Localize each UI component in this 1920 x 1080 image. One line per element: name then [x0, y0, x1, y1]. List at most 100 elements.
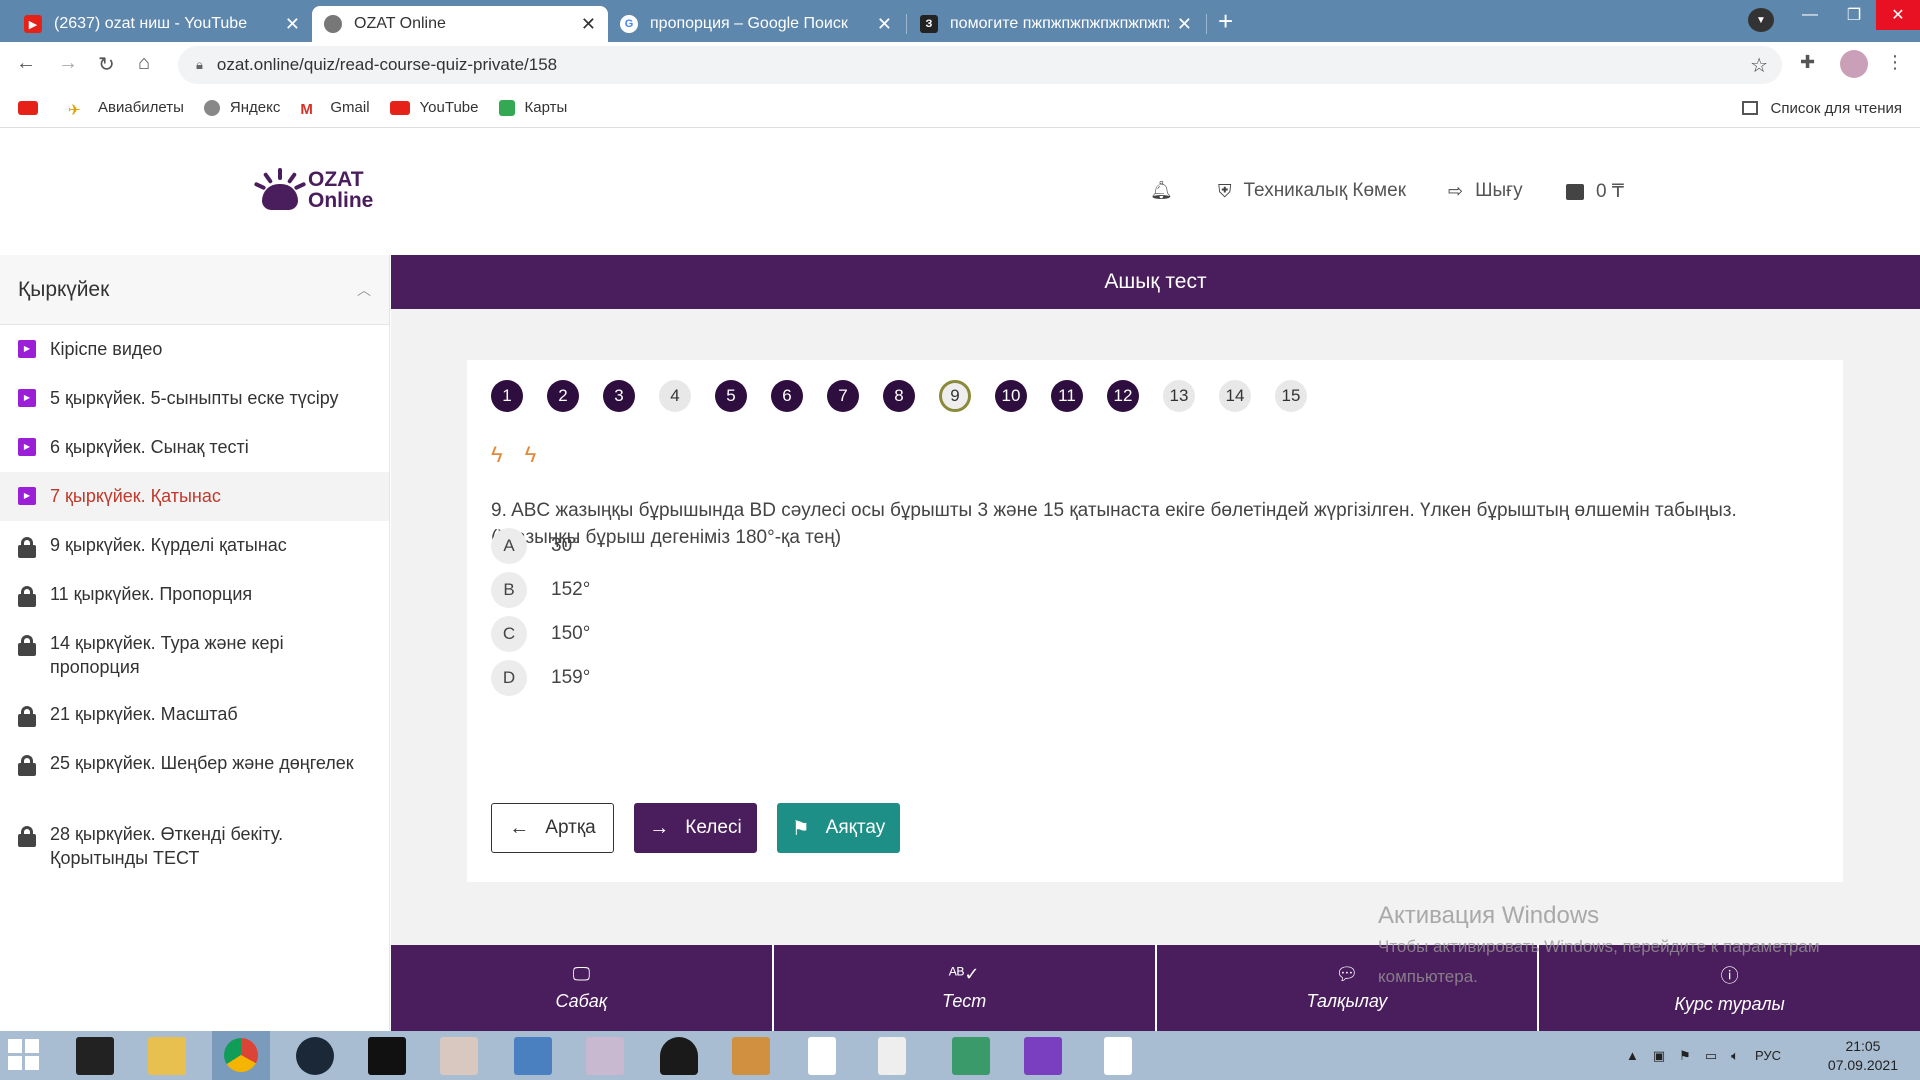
- logout-link[interactable]: ⇨ Шығу: [1448, 180, 1523, 202]
- sidebar-item-label: 6 қыркүйек. Сынақ тесті: [50, 437, 249, 457]
- app-icon[interactable]: [514, 1037, 552, 1075]
- browser-tab-youtube[interactable]: ▶ (2637) ozat ниш - YouTube ✕: [12, 6, 312, 42]
- app-icon[interactable]: [878, 1037, 906, 1075]
- bookmark-yandex[interactable]: Яндекс: [203, 99, 280, 116]
- clock[interactable]: 21:05 07.09.2021: [1828, 1037, 1898, 1075]
- bookmark-youtube[interactable]: YouTube: [389, 99, 479, 116]
- file-icon[interactable]: [808, 1037, 836, 1075]
- question-number-button[interactable]: 7: [827, 380, 859, 412]
- question-number-button[interactable]: 4: [659, 380, 691, 412]
- answer-option[interactable]: A 30°: [491, 528, 580, 564]
- browser-tab-ozat[interactable]: OZAT Online ✕: [312, 6, 608, 42]
- avatar[interactable]: [1840, 50, 1868, 78]
- sidebar-item[interactable]: 25 қыркүйек. Шеңбер және дөңгелек: [0, 739, 389, 810]
- visual-studio-icon[interactable]: [1024, 1037, 1062, 1075]
- close-tab-icon[interactable]: ✕: [581, 14, 596, 35]
- question-number-button[interactable]: 13: [1163, 380, 1195, 412]
- question-number-button[interactable]: 14: [1219, 380, 1251, 412]
- address-bar[interactable]: 🔒︎ ozat.online/quiz/read-course-quiz-pri…: [178, 46, 1782, 84]
- sidebar-item[interactable]: ▶ 5 қыркүйек. 5-сыныпты еске түсіру: [0, 374, 389, 423]
- game-icon[interactable]: [440, 1037, 478, 1075]
- sidebar-header[interactable]: Қыркүйек ︿: [0, 255, 389, 325]
- question-number-button[interactable]: 1: [491, 380, 523, 412]
- reading-list-button[interactable]: Список для чтения: [1742, 88, 1902, 128]
- sidebar-item[interactable]: 28 қыркүйек. Өткенді бекіту. Қорытынды Т…: [0, 810, 389, 881]
- tab-search-button[interactable]: ▼: [1748, 8, 1774, 32]
- chrome-icon[interactable]: [212, 1031, 270, 1080]
- lightning-icon[interactable]: ϟ: [491, 442, 503, 468]
- close-tab-icon[interactable]: ✕: [877, 14, 892, 35]
- question-number-button[interactable]: 5: [715, 380, 747, 412]
- sidebar-item[interactable]: 11 қыркүйек. Пропорция: [0, 570, 389, 619]
- chevron-up-icon[interactable]: ▲: [1626, 1048, 1639, 1063]
- bottom-nav-item[interactable]: 🖵︎ Сабақ: [391, 945, 774, 1031]
- chevron-up-icon[interactable]: ︿: [357, 280, 371, 300]
- answer-option[interactable]: C 150°: [491, 616, 590, 652]
- forward-icon[interactable]: →: [58, 52, 78, 75]
- sidebar-item[interactable]: ▶ 6 қыркүйек. Сынақ тесті: [0, 423, 389, 472]
- close-tab-icon[interactable]: ✕: [285, 14, 300, 35]
- question-number-button[interactable]: 9: [939, 380, 971, 412]
- bookmark-youtube-app[interactable]: [18, 100, 48, 115]
- sidebar-item[interactable]: ▶ Кіріспе видео: [0, 325, 389, 374]
- menu-icon[interactable]: ⋮: [1886, 52, 1904, 73]
- question-number-button[interactable]: 6: [771, 380, 803, 412]
- steam-icon[interactable]: [296, 1037, 334, 1075]
- sidebar-item[interactable]: 9 қыркүйек. Күрделі қатынас: [0, 521, 389, 570]
- option-letter[interactable]: B: [491, 572, 527, 608]
- option-letter[interactable]: C: [491, 616, 527, 652]
- option-letter[interactable]: D: [491, 660, 527, 696]
- game-icon[interactable]: [586, 1037, 624, 1075]
- bottom-nav-item[interactable]: ᴬᴮ✓ Тест: [774, 945, 1157, 1031]
- browser-tab-znanija[interactable]: З помогите пжпжпжпжпжпжпжпжпжпжпжпжпж ✕: [908, 6, 1204, 42]
- back-button[interactable]: ← Артқа: [491, 803, 614, 853]
- bookmark-aviabilety[interactable]: ✈ Авиабилеты: [68, 99, 184, 119]
- maximize-button[interactable]: ❐: [1832, 0, 1876, 30]
- reload-icon[interactable]: ↻: [98, 52, 115, 77]
- language-indicator[interactable]: РУС: [1755, 1048, 1781, 1063]
- sidebar-item[interactable]: ▶ 7 қыркүйек. Қатынас: [0, 472, 389, 521]
- question-number-button[interactable]: 12: [1107, 380, 1139, 412]
- question-number-button[interactable]: 15: [1275, 380, 1307, 412]
- network-icon[interactable]: ▭: [1705, 1048, 1717, 1064]
- file-explorer-icon[interactable]: [148, 1037, 186, 1075]
- close-tab-icon[interactable]: ✕: [1177, 14, 1192, 35]
- answer-option[interactable]: B 152°: [491, 572, 590, 608]
- bookmark-gmail[interactable]: M Gmail: [300, 99, 369, 118]
- close-window-button[interactable]: ✕: [1876, 0, 1920, 30]
- question-number-button[interactable]: 2: [547, 380, 579, 412]
- new-tab-button[interactable]: +: [1218, 6, 1233, 37]
- volume-icon[interactable]: 🔈︎: [1731, 1048, 1739, 1064]
- finish-button[interactable]: ⚑ Аяқтау: [777, 803, 900, 853]
- back-icon[interactable]: ←: [16, 52, 36, 75]
- question-number-button[interactable]: 8: [883, 380, 915, 412]
- question-number-button[interactable]: 10: [995, 380, 1027, 412]
- epic-games-icon[interactable]: [76, 1037, 114, 1075]
- epic-tray-icon[interactable]: ▣: [1653, 1048, 1665, 1064]
- sidebar-item[interactable]: 21 қыркүйек. Масштаб: [0, 690, 389, 739]
- answer-option[interactable]: D 159°: [491, 660, 590, 696]
- extensions-icon[interactable]: ✚: [1800, 52, 1815, 73]
- home-icon[interactable]: ⌂: [138, 52, 150, 75]
- question-number-button[interactable]: 11: [1051, 380, 1083, 412]
- windows-start-icon[interactable]: [8, 1039, 40, 1071]
- terminal-icon[interactable]: [368, 1037, 406, 1075]
- lightning-icon[interactable]: ϟ: [525, 442, 537, 468]
- bookmark-star-icon[interactable]: ☆: [1750, 53, 1768, 78]
- file-icon[interactable]: [1104, 1037, 1132, 1075]
- support-link[interactable]: ⛨ Техникалық Көмек: [1218, 180, 1406, 202]
- browser-tab-google[interactable]: G пропорция – Google Поиск ✕: [608, 6, 904, 42]
- bookmark-maps[interactable]: Карты: [498, 99, 567, 116]
- option-letter[interactable]: A: [491, 528, 527, 564]
- app-icon[interactable]: [660, 1037, 698, 1075]
- question-number-button[interactable]: 3: [603, 380, 635, 412]
- sidebar-item[interactable]: 14 қыркүйек. Тура және кері пропорция: [0, 619, 389, 690]
- counter-strike-icon[interactable]: [732, 1037, 770, 1075]
- flag-icon[interactable]: ⚑: [1679, 1048, 1691, 1064]
- next-button[interactable]: → Келесі: [634, 803, 757, 853]
- wallet-balance[interactable]: 0 ₸: [1566, 180, 1624, 203]
- app-icon[interactable]: [952, 1037, 990, 1075]
- notifications-button[interactable]: 🔔︎: [1150, 180, 1185, 201]
- minimize-button[interactable]: —: [1788, 0, 1832, 30]
- ozat-logo[interactable]: OZAT Online: [253, 168, 373, 212]
